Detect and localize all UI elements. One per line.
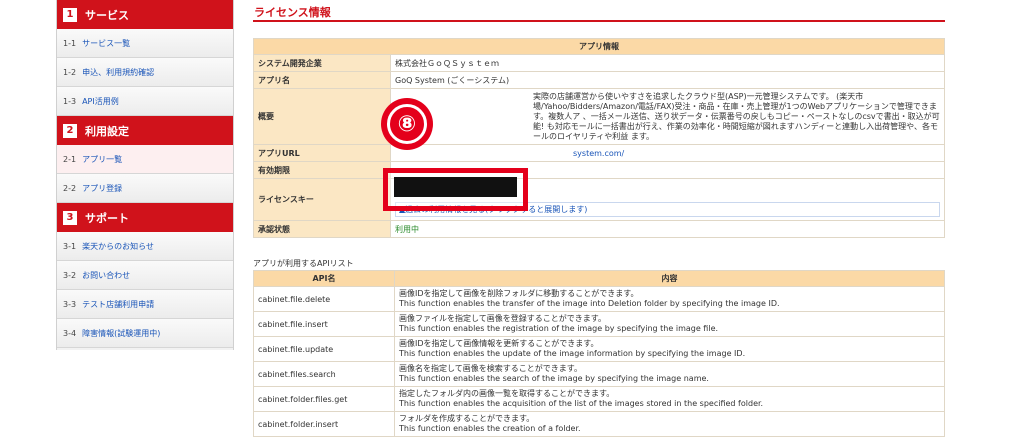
sidebar-item-api-examples[interactable]: 1-3 API活用例 — [57, 87, 233, 116]
license-key-redaction — [394, 177, 517, 197]
api-desc-jp: 画像ファイルを指定して画像を登録することができます。 — [399, 314, 606, 323]
sidebar-item-terms[interactable]: 1-2 申込、利用規約確認 — [57, 58, 233, 87]
item-label: 申込、利用規約確認 — [82, 67, 155, 77]
sidebar-item-outage[interactable]: 3-4 障害情報(試験運用中) — [57, 319, 233, 348]
item-label: 障害情報(試験運用中) — [82, 328, 161, 338]
item-index: 2-1 — [63, 154, 77, 164]
api-desc-en: This function enables the transfer of th… — [399, 299, 780, 308]
expiry-label: 有効期限 — [253, 161, 391, 179]
table-row: cabinet.folder.files.get 指定したフォルダ内の画像一覧を… — [253, 386, 945, 412]
table-row: cabinet.folder.insert フォルダを作成することができます。 T… — [253, 411, 945, 437]
item-label: アプリ登録 — [82, 183, 123, 193]
api-desc-en: This function enables the acquisition of… — [399, 399, 764, 408]
section-number: 3 — [63, 210, 77, 225]
item-label: テスト店舗利用申請 — [82, 299, 155, 309]
api-name: cabinet.file.delete — [253, 286, 395, 312]
sidebar-item-news[interactable]: 3-1 楽天からのお知らせ — [57, 232, 233, 261]
step-badge: ⑧ — [381, 98, 433, 150]
developer-value: 株式会社ＧｏＱＳｙｓｔｅｍ — [390, 54, 945, 72]
section-title: サポート — [85, 211, 129, 225]
api-desc-jp: フォルダを作成することができます。 — [399, 414, 535, 423]
api-name: cabinet.folder.insert — [253, 411, 395, 437]
api-desc-jp: 画像IDを指定して画像を削除フォルダに移動することができます。 — [399, 289, 639, 298]
api-name: cabinet.files.search — [253, 361, 395, 387]
app-info-header: アプリ情報 — [253, 38, 945, 55]
item-index: 1-3 — [63, 96, 77, 106]
page-title: ライセンス情報 — [253, 0, 945, 22]
table-row: cabinet.files.search 画像名を指定して画像を検索することがで… — [253, 361, 945, 387]
api-list-caption: アプリが利用するAPIリスト — [253, 259, 354, 268]
main-content: ライセンス情報 アプリ情報 システム開発企業 株式会社ＧｏＱＳｙｓｔｅｍ アプリ… — [253, 0, 945, 437]
sidebar-section-support: 3 サポート — [57, 203, 233, 232]
item-label: 楽天からのお知らせ — [82, 241, 154, 251]
table-row: cabinet.file.insert 画像ファイルを指定して画像を登録すること… — [253, 311, 945, 337]
item-label: アプリ一覧 — [82, 154, 123, 164]
item-label: お問い合わせ — [82, 270, 131, 280]
api-content-header: 内容 — [394, 270, 945, 287]
sidebar: 1 サービス 1-1 サービス一覧 1-2 申込、利用規約確認 1-3 API活… — [56, 0, 234, 350]
app-url-label: アプリURL — [253, 144, 391, 162]
app-info-table: アプリ情報 システム開発企業 株式会社ＧｏＱＳｙｓｔｅｍ アプリ名 GoQ Sy… — [253, 38, 945, 238]
item-index: 3-2 — [63, 270, 77, 280]
section-number: 1 — [63, 7, 77, 22]
item-index: 1-1 — [63, 38, 77, 48]
overview-label: 概要 — [253, 88, 391, 145]
section-title: 利用設定 — [85, 124, 129, 138]
api-name-header: API名 — [253, 270, 395, 287]
sidebar-item-app-list[interactable]: 2-1 アプリ一覧 — [57, 145, 233, 174]
sidebar-item-service-list[interactable]: 1-1 サービス一覧 — [57, 29, 233, 58]
overview-value: 実際の店舗運営から使いやすさを追求したクラウド型(ASP)一元管理システムです。… — [533, 91, 940, 141]
item-label: API活用例 — [82, 96, 119, 106]
approval-status: 利用中 — [390, 220, 945, 238]
section-title: サービス — [85, 8, 129, 22]
api-name: cabinet.folder.files.get — [253, 386, 395, 412]
item-index: 3-4 — [63, 328, 77, 338]
api-desc-jp: 画像IDを指定して画像情報を更新することができます。 — [399, 339, 599, 348]
item-index: 3-1 — [63, 241, 77, 251]
api-name: cabinet.file.insert — [253, 311, 395, 337]
developer-label: システム開発企業 — [253, 54, 391, 72]
item-label: サービス一覧 — [82, 38, 131, 48]
api-desc-en: This function enables the update of the … — [399, 349, 746, 358]
api-desc-en: This function enables the registration o… — [399, 324, 719, 333]
table-row: cabinet.file.delete 画像IDを指定して画像を削除フォルダに移… — [253, 286, 945, 312]
app-name-label: アプリ名 — [253, 71, 391, 89]
sidebar-item-test-shop[interactable]: 3-3 テスト店舗利用申請 — [57, 290, 233, 319]
sidebar-section-settings: 2 利用設定 — [57, 116, 233, 145]
table-row: cabinet.file.update 画像IDを指定して画像情報を更新すること… — [253, 336, 945, 362]
license-key-label: ライセンスキー — [253, 178, 391, 221]
section-number: 2 — [63, 123, 77, 138]
app-url-link[interactable]: system.com/ — [395, 149, 624, 158]
item-index: 2-2 — [63, 183, 77, 193]
api-desc-en: This function enables the search of the … — [399, 374, 709, 383]
sidebar-section-service: 1 サービス — [57, 0, 233, 29]
app-name-value: GoQ System (ごくーシステム) — [390, 71, 945, 89]
sidebar-item-app-register[interactable]: 2-2 アプリ登録 — [57, 174, 233, 203]
sidebar-item-contact[interactable]: 3-2 お問い合わせ — [57, 261, 233, 290]
api-desc-jp: 画像名を指定して画像を検索することができます。 — [399, 364, 582, 373]
step-number: ⑧ — [387, 104, 427, 144]
api-desc-jp: 指定したフォルダ内の画像一覧を取得することができます。 — [399, 389, 615, 398]
item-index: 3-3 — [63, 299, 77, 309]
api-list-table: API名 内容 cabinet.file.delete 画像IDを指定して画像を… — [253, 270, 945, 437]
api-desc-en: This function enables the creation of a … — [399, 424, 581, 433]
api-name: cabinet.file.update — [253, 336, 395, 362]
item-index: 1-2 — [63, 67, 77, 77]
approval-label: 承認状態 — [253, 220, 391, 238]
